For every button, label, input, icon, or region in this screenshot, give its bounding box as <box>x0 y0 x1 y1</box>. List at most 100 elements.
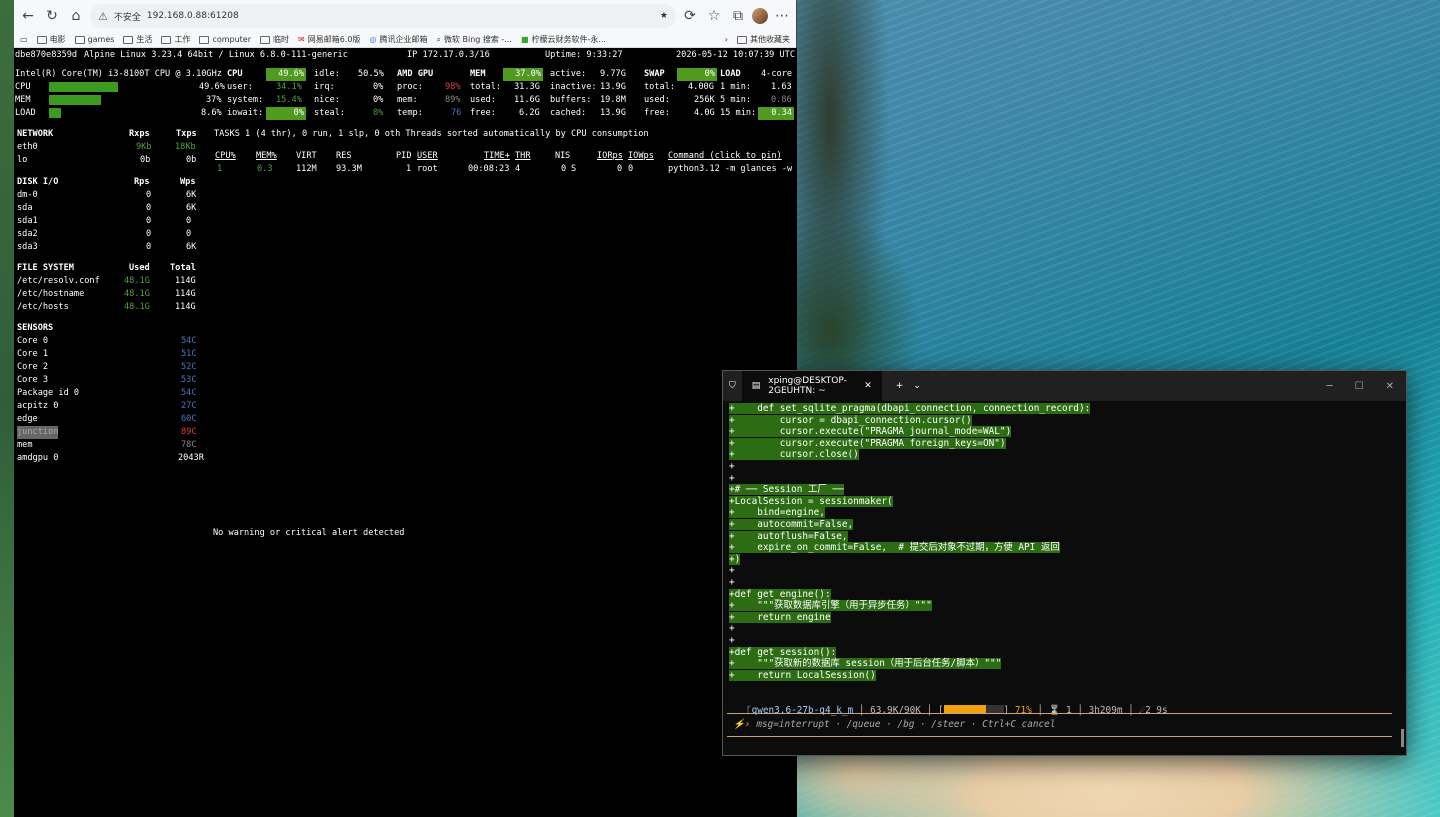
terminal-titlebar: ⛉ ▤ xping@DESKTOP-2GEUHTN: ~ ✕ + ⌄ ─ ☐ ✕ <box>723 371 1406 401</box>
net-rx: 0b <box>140 155 151 165</box>
sensor-value: 2043R <box>178 453 204 463</box>
fs-mount: /etc/hostname <box>17 289 85 299</box>
browser-toolbar: ← ↻ ⌂ ⚠ 不安全 192.168.0.88:61208 ★ ⟳ ☆ ⧉ ⋯ <box>14 0 796 32</box>
proc-res: 93.3M <box>336 164 362 174</box>
bookmark-work[interactable]: 工作 <box>161 34 190 45</box>
net-iface: eth0 <box>17 142 38 152</box>
proc-header-cpu-[interactable]: CPU% <box>215 150 236 163</box>
code-line-text: +LocalSession = sessionmaker( <box>729 495 893 507</box>
bookmark-temp[interactable]: 临时 <box>260 34 289 45</box>
proc-header-virt: VIRT <box>296 151 317 161</box>
disk-r-header: Rps <box>134 177 150 187</box>
bookmark-games[interactable]: games <box>74 35 114 44</box>
code-line-text: +def get_session(): <box>729 646 837 658</box>
quicklook-load-label: LOAD <box>15 108 36 118</box>
code-line-text: + expire_on_commit=False, # 提交后对象不过期，方便 … <box>729 542 1060 554</box>
proc-thr: 4 <box>515 164 521 174</box>
network-rx-header: Rxps <box>129 129 150 139</box>
sensor-value: 53C <box>181 375 197 385</box>
code-line-text: +# ── Session 工厂 ── <box>729 484 844 496</box>
proc-header-iowps[interactable]: IOWps <box>628 150 654 163</box>
bookmark-163mail[interactable]: ✉ 网易邮箱6.0版 <box>298 34 360 45</box>
proc-header-time-[interactable]: TIME+ <box>484 150 510 163</box>
gpu-proc: 98% <box>445 82 461 92</box>
prompt-input[interactable]: ⚡› msg=interrupt · /queue · /bg · /steer… <box>727 713 1392 737</box>
proc-pid: 1 <box>406 164 412 174</box>
home-icon[interactable]: ⌂ <box>66 6 86 26</box>
proc-status: S <box>571 164 577 174</box>
star-icon[interactable]: ★ <box>660 11 668 21</box>
mem-percent: 37.0% <box>503 68 543 81</box>
extensions-icon[interactable]: ⟳ <box>680 6 700 26</box>
quicklook-load-bar <box>49 108 62 118</box>
proc-header-user[interactable]: USER <box>417 150 438 163</box>
code-line-text: + autocommit=False, <box>729 519 854 530</box>
folder-icon <box>74 35 85 44</box>
code-line-text: + autoflush=False, <box>729 530 848 542</box>
chevron-down-icon[interactable]: ⌄ <box>913 381 921 391</box>
chevron-right-icon[interactable]: › <box>725 35 728 44</box>
disk-write: 0 <box>186 229 192 239</box>
close-tab-icon[interactable]: ✕ <box>864 381 872 391</box>
favorites-icon[interactable]: ☆ <box>704 6 724 26</box>
profile-avatar[interactable] <box>752 8 768 24</box>
cpu-idle: 50.5% <box>358 69 384 79</box>
folder-icon <box>161 35 172 44</box>
code-line: + cursor.execute("PRAGMA foreign_keys=ON… <box>729 437 1006 450</box>
terminal-window: ⛉ ▤ xping@DESKTOP-2GEUHTN: ~ ✕ + ⌄ ─ ☐ ✕… <box>722 370 1407 756</box>
wallpaper-edge <box>0 0 14 817</box>
terminal-tab[interactable]: ▤ xping@DESKTOP-2GEUHTN: ~ ✕ <box>741 371 882 401</box>
address-bar[interactable]: ⚠ 不安全 192.168.0.88:61208 ★ <box>90 4 676 28</box>
sensors-title: SENSORS <box>17 323 54 333</box>
code-line: +LocalSession = sessionmaker( <box>729 495 893 508</box>
scrollbar[interactable] <box>1401 729 1404 747</box>
back-icon[interactable]: ← <box>18 6 38 26</box>
code-line: + <box>729 473 735 485</box>
sensor-value: 78C <box>181 440 197 450</box>
bookmarks-bar: ▭ 电影 games 生活 工作 computer 临时 ✉ 网易邮箱6.0版 ◎… <box>14 32 796 48</box>
terminal-content[interactable]: + def set_sqlite_pragma(dbapi_connection… <box>727 401 1392 755</box>
bookmark-computer[interactable]: computer <box>199 35 251 44</box>
proc-header-iorps[interactable]: IORps <box>597 150 623 163</box>
mail-icon: ✉ <box>298 35 305 44</box>
refresh-icon[interactable]: ↻ <box>42 6 62 26</box>
quicklook-cpu-bar <box>49 82 119 92</box>
code-line: + autoflush=False, <box>729 530 848 543</box>
bookmark-other[interactable]: 其他收藏夹 <box>737 34 790 45</box>
folder-icon <box>199 35 210 44</box>
new-tab-icon[interactable]: + <box>896 381 904 391</box>
bookmark-life[interactable]: 生活 <box>123 34 152 45</box>
code-line-text: +) <box>729 553 741 565</box>
bookmark-movies[interactable]: 电影 <box>36 34 66 45</box>
bookmark-bing[interactable]: ⌕ 微软 Bing 搜索 -... <box>436 34 512 45</box>
swap-free: 4.0G <box>694 108 715 118</box>
code-line: + cursor.close() <box>729 449 859 461</box>
proc-header-thr[interactable]: THR <box>515 150 531 163</box>
proc-command[interactable]: python3.12 -m glances -w <box>668 163 792 176</box>
fs-mount: /etc/resolv.conf <box>17 276 100 286</box>
disk-name: sda3 <box>17 242 38 252</box>
minimize-icon[interactable]: ─ <box>1327 381 1333 392</box>
tab-search-icon[interactable]: ▭ <box>20 35 28 44</box>
code-line-text: + """获取数据库引擎（用于异步任务）""" <box>729 600 932 612</box>
cpu-steal: 0% <box>373 108 384 118</box>
uptime: Uptime: 9:33:27 <box>545 50 623 60</box>
cpu-nice: 0% <box>373 95 384 105</box>
disk-name: sda <box>17 203 33 213</box>
close-icon[interactable]: ✕ <box>1386 381 1394 392</box>
mem-buffers: 19.8M <box>600 95 626 105</box>
load-15min: 0.34 <box>758 107 794 120</box>
proc-header-mem-[interactable]: MEM% <box>256 150 277 163</box>
code-line-text: + cursor.close() <box>729 449 859 461</box>
bookmark-exmail[interactable]: ◎ 腾讯企业邮箱 <box>369 34 427 45</box>
maximize-icon[interactable]: ☐ <box>1355 381 1364 392</box>
more-icon[interactable]: ⋯ <box>772 6 792 26</box>
cpu-system: 15.4% <box>276 95 302 105</box>
mem-active: 9.77G <box>600 69 626 79</box>
bookmark-lemon[interactable]: ■ 柠檬云财务软件-永... <box>521 34 606 45</box>
disk-read: 0 <box>146 203 152 213</box>
collections-icon[interactable]: ⧉ <box>728 6 748 26</box>
proc-header-command-click-to-pin-[interactable]: Command (click to pin) <box>668 150 782 163</box>
url-text[interactable]: 192.168.0.88:61208 <box>147 11 654 21</box>
folder-icon <box>737 35 747 44</box>
